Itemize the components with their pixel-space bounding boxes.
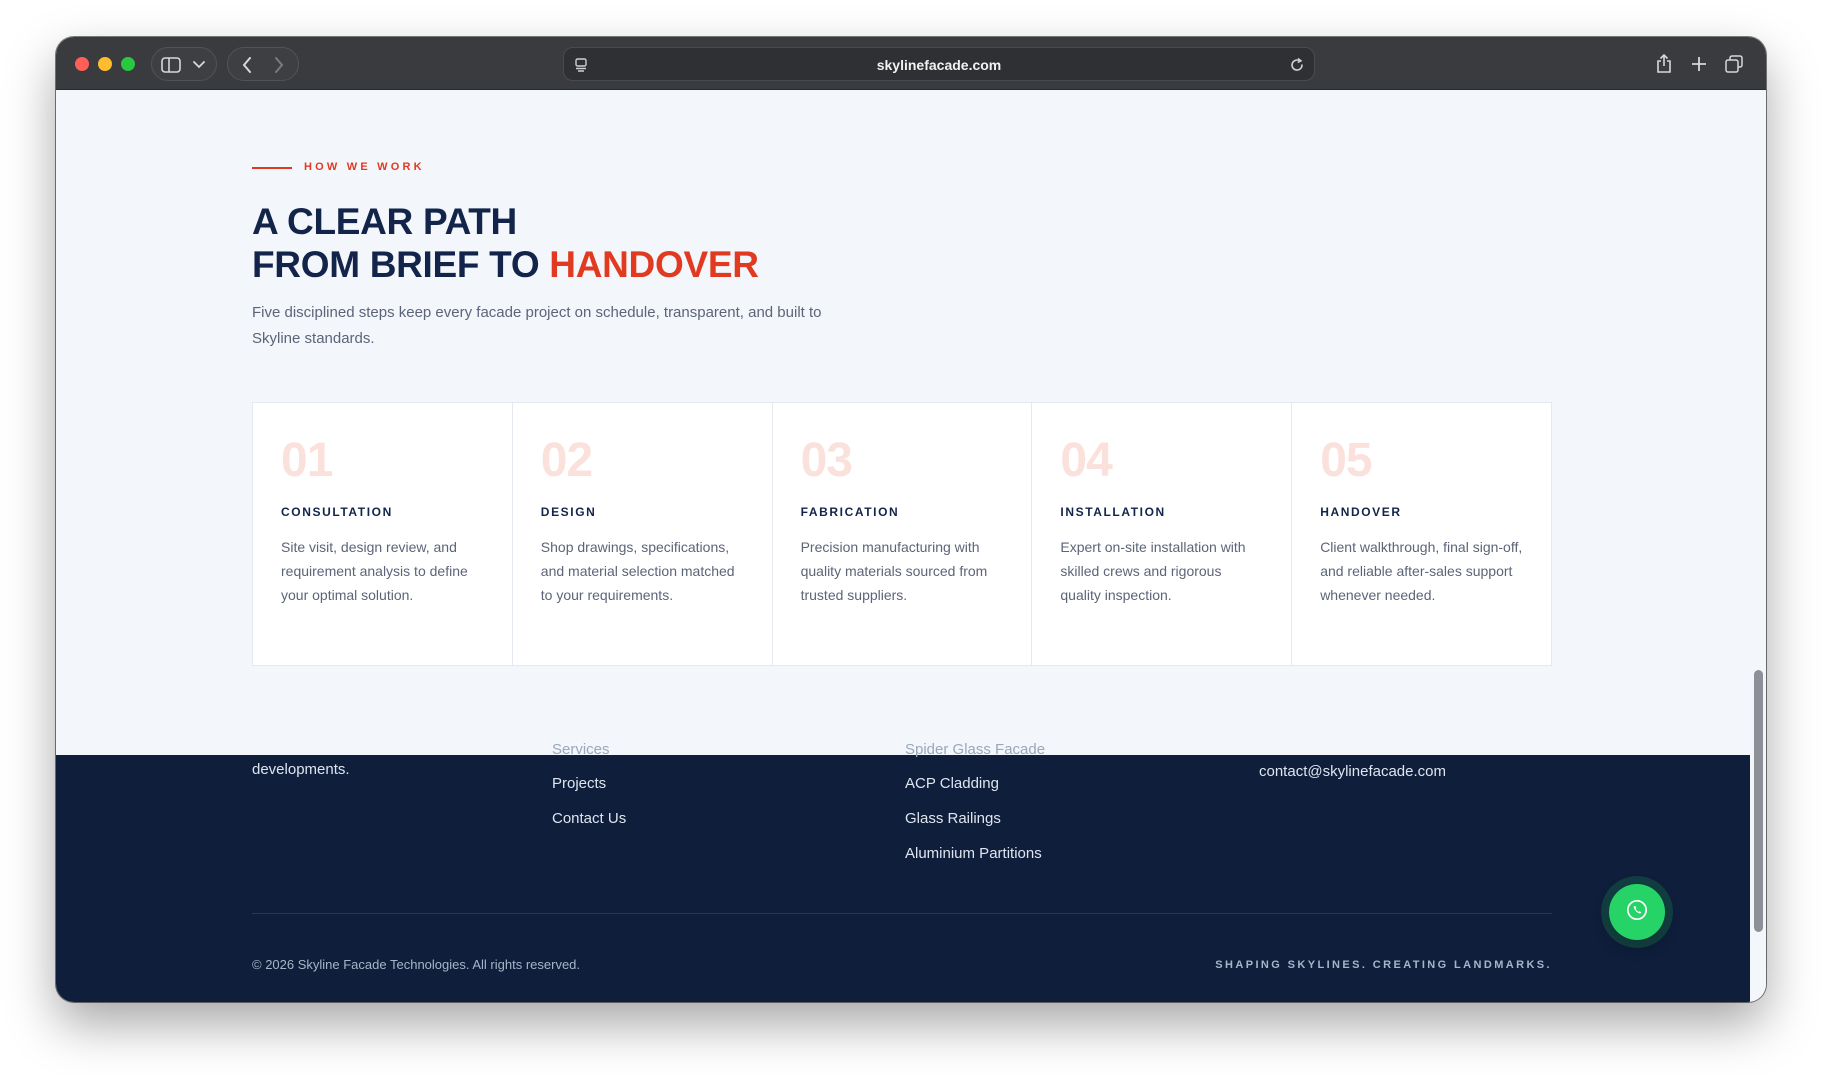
step-number: 05: [1320, 434, 1372, 487]
chevron-down-icon[interactable]: [190, 48, 208, 82]
forward-icon[interactable]: [268, 48, 290, 82]
section-heading: A CLEAR PATH FROM BRIEF TO HANDOVER: [252, 200, 759, 286]
step-title: DESIGN: [540, 505, 597, 519]
footer-service-railings[interactable]: Glass Railings: [905, 810, 1001, 827]
step-title: HANDOVER: [1320, 505, 1402, 519]
how-we-work-section: HOW WE WORK A CLEAR PATH FROM BRIEF TO H…: [56, 90, 1750, 755]
footer-email[interactable]: contact@skylinefacade.com: [1259, 763, 1446, 780]
step-number: 04: [1060, 434, 1112, 487]
browser-window: skylinefacade.com HOW WE WORK A CLEAR PA…: [56, 37, 1766, 1002]
step-title: INSTALLATION: [1060, 505, 1166, 519]
section-description: Five disciplined steps keep every facade…: [252, 304, 822, 347]
page-viewport: HOW WE WORK A CLEAR PATH FROM BRIEF TO H…: [56, 90, 1750, 1002]
step-card-handover: 05 HANDOVER Client walkthrough, final si…: [1292, 403, 1551, 665]
footer-link-contact[interactable]: Contact Us: [552, 810, 626, 827]
scrollbar-thumb[interactable]: [1754, 670, 1763, 932]
step-description: Client walkthrough, final sign-off, and …: [1320, 539, 1523, 603]
close-window-button[interactable]: [75, 57, 89, 71]
site-footer: developments. Services Projects Contact …: [56, 741, 1750, 1002]
step-title: FABRICATION: [800, 505, 900, 519]
footer-link-services[interactable]: Services: [552, 741, 610, 758]
step-description: Shop drawings, specifications, and mater…: [540, 539, 735, 603]
phone-icon: [1626, 899, 1648, 926]
section-eyebrow: HOW WE WORK: [304, 161, 425, 173]
step-number: 03: [800, 434, 853, 487]
whatsapp-call-button[interactable]: [1609, 884, 1665, 940]
step-card-installation: 04 INSTALLATION Expert on-site installat…: [1032, 403, 1293, 665]
step-title: CONSULTATION: [281, 505, 393, 519]
step-number: 02: [540, 434, 593, 487]
step-number: 01: [281, 434, 333, 487]
back-icon[interactable]: [236, 48, 258, 82]
process-steps: 01 CONSULTATION Site visit, design revie…: [252, 402, 1552, 666]
footer-service-partitions[interactable]: Aluminium Partitions: [905, 845, 1042, 862]
step-card-consultation: 01 CONSULTATION Site visit, design revie…: [253, 403, 513, 665]
step-description: Precision manufacturing with quality mat…: [800, 539, 988, 603]
step-description: Expert on-site installation with skilled…: [1060, 539, 1246, 603]
footer-link-projects[interactable]: Projects: [552, 775, 606, 792]
footer-divider: [252, 913, 1552, 914]
tab-overview-icon[interactable]: [1721, 47, 1747, 81]
address-bar[interactable]: skylinefacade.com: [563, 47, 1315, 81]
zoom-window-button[interactable]: [121, 57, 135, 71]
url-text: skylinefacade.com: [876, 57, 1002, 73]
sidebar-icon[interactable]: [160, 48, 182, 82]
minimize-window-button[interactable]: [98, 57, 112, 71]
footer-tagline: SHAPING SKYLINES. CREATING LANDMARKS.: [1215, 959, 1552, 971]
heading-accent: HANDOVER: [549, 244, 759, 285]
footer-service-spider-glass[interactable]: Spider Glass Facade: [905, 741, 1045, 758]
reload-icon[interactable]: [1286, 48, 1308, 82]
navigation-group: [227, 47, 299, 81]
new-tab-icon[interactable]: [1686, 47, 1712, 81]
footer-service-acp[interactable]: ACP Cladding: [905, 775, 999, 792]
sidebar-toggle-group: [151, 47, 217, 81]
heading-line-2: FROM BRIEF TO: [252, 244, 550, 285]
step-card-design: 02 DESIGN Shop drawings, specifications,…: [513, 403, 773, 665]
step-description: Site visit, design review, and requireme…: [281, 539, 468, 603]
share-icon[interactable]: [1651, 47, 1677, 81]
footer-about-text: developments.: [252, 761, 350, 778]
browser-toolbar: skylinefacade.com: [56, 37, 1766, 90]
step-card-fabrication: 03 FABRICATION Precision manufacturing w…: [773, 403, 1033, 665]
eyebrow-divider: [252, 167, 292, 169]
footer-copyright: © 2026 Skyline Facade Technologies. All …: [252, 957, 581, 972]
heading-line-1: A CLEAR PATH: [252, 201, 517, 242]
